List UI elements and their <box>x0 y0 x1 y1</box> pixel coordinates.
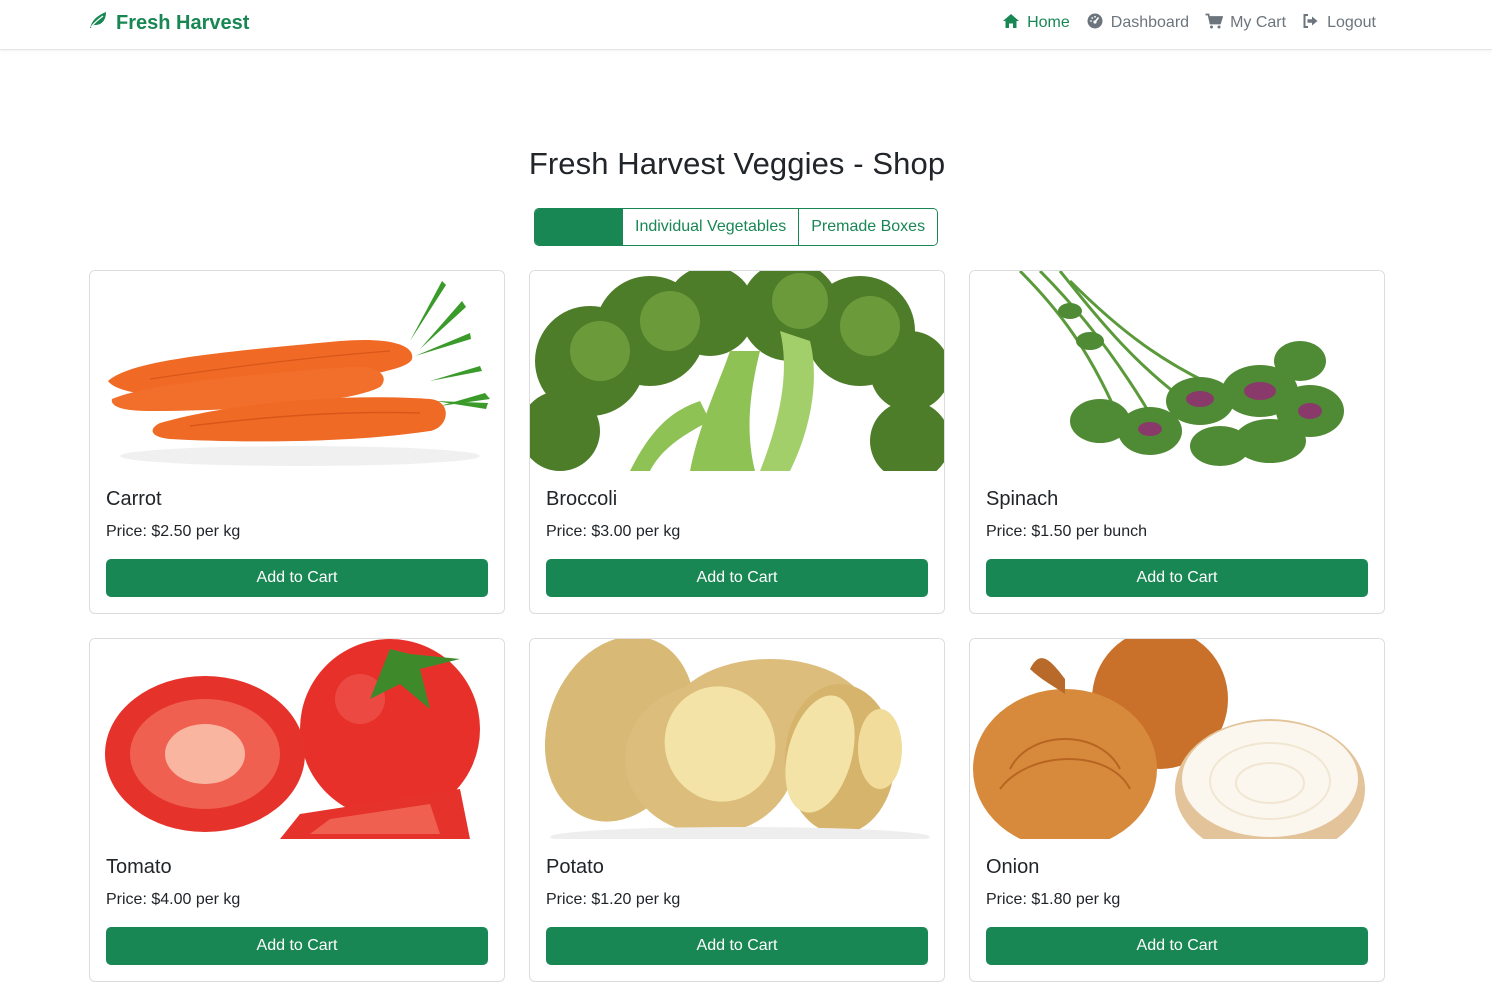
navbar: Fresh Harvest Home Dashboard My Cart Log… <box>0 0 1492 50</box>
add-to-cart-button[interactable]: Add to Cart <box>986 927 1368 965</box>
nav-dashboard-label: Dashboard <box>1110 14 1190 31</box>
home-icon <box>1002 13 1020 34</box>
tomato-image <box>90 639 504 839</box>
filter-all-button[interactable] <box>535 209 622 245</box>
logout-icon <box>1302 13 1320 34</box>
product-name: Onion <box>986 856 1040 878</box>
broccoli-image <box>530 271 944 471</box>
dashboard-icon <box>1086 13 1104 34</box>
nav-logout-label: Logout <box>1327 14 1376 31</box>
product-price: Price: $1.20 per kg <box>546 891 681 908</box>
product-name: Spinach <box>986 488 1059 510</box>
leaf-icon <box>88 11 108 35</box>
product-card: Potato Price: $1.20 per kg Add to Cart <box>529 638 945 982</box>
filter-button-group: Individual Vegetables Premade Boxes <box>534 208 939 246</box>
filter-individual-vegetables-button[interactable]: Individual Vegetables <box>622 209 799 245</box>
nav-logout[interactable]: Logout <box>1302 13 1376 34</box>
product-card: Tomato Price: $4.00 per kg Add to Cart <box>89 638 505 982</box>
product-price: Price: $4.00 per kg <box>106 891 241 908</box>
product-price: Price: $1.50 per bunch <box>986 523 1147 540</box>
nav-cart[interactable]: My Cart <box>1205 13 1286 34</box>
product-grid: Carrot Price: $2.50 per kg Add to Cart B… <box>89 270 1385 982</box>
carrot-image <box>90 271 504 471</box>
product-price: Price: $2.50 per kg <box>106 523 241 540</box>
nav-home[interactable]: Home <box>1002 13 1070 34</box>
product-name: Tomato <box>106 856 172 878</box>
add-to-cart-button[interactable]: Add to Cart <box>106 559 488 597</box>
brand-link[interactable]: Fresh Harvest <box>88 11 249 35</box>
product-card: Carrot Price: $2.50 per kg Add to Cart <box>89 270 505 614</box>
filter-premade-boxes-button[interactable]: Premade Boxes <box>798 209 938 245</box>
product-price: Price: $3.00 per kg <box>546 523 681 540</box>
nav-dashboard[interactable]: Dashboard <box>1086 13 1189 34</box>
product-name: Potato <box>546 856 604 878</box>
add-to-cart-button[interactable]: Add to Cart <box>546 927 928 965</box>
page-title: Fresh Harvest Veggies - Shop <box>528 146 946 181</box>
cart-icon <box>1205 13 1224 34</box>
brand-name: Fresh Harvest <box>116 11 250 34</box>
add-to-cart-button[interactable]: Add to Cart <box>106 927 488 965</box>
add-to-cart-button[interactable]: Add to Cart <box>986 559 1368 597</box>
nav-home-label: Home <box>1027 14 1070 31</box>
product-price: Price: $1.80 per kg <box>986 891 1121 908</box>
nav-cart-label: My Cart <box>1230 14 1287 31</box>
product-card: Broccoli Price: $3.00 per kg Add to Cart <box>529 270 945 614</box>
potato-image <box>530 639 944 839</box>
product-name: Carrot <box>106 488 162 510</box>
nav-links: Home Dashboard My Cart Logout <box>1002 12 1376 34</box>
spinach-image <box>970 271 1384 471</box>
product-card: Spinach Price: $1.50 per bunch Add to Ca… <box>969 270 1385 614</box>
product-name: Broccoli <box>546 488 618 510</box>
product-card: Onion Price: $1.80 per kg Add to Cart <box>969 638 1385 982</box>
onion-image <box>970 639 1384 839</box>
add-to-cart-button[interactable]: Add to Cart <box>546 559 928 597</box>
